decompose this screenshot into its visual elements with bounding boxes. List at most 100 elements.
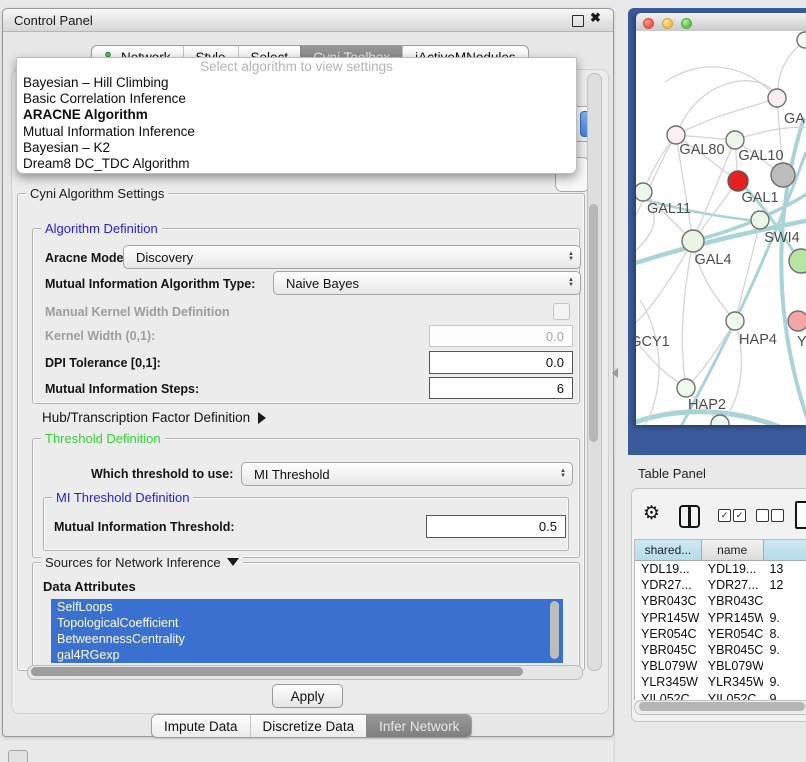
dropdown-item-basic-correlation-inference[interactable]: Basic Correlation Inference xyxy=(17,91,576,107)
cyni-algorithm-settings-group: Cyni Algorithm Settings Algorithm Defini… xyxy=(17,193,585,671)
which-threshold-label: Which threshold to use: xyxy=(91,467,233,481)
mi-steps-field[interactable] xyxy=(429,377,573,399)
table-cell: YBL079W xyxy=(635,658,702,674)
network-node-salmon-cut[interactable] xyxy=(788,311,806,331)
table-row[interactable]: YIL052CYIL052C9. xyxy=(635,691,806,701)
zoom-traffic-light-icon[interactable] xyxy=(681,18,692,29)
minimize-traffic-light-icon[interactable] xyxy=(662,18,673,29)
attribute-item-selfloops[interactable]: SelfLoops xyxy=(51,599,563,615)
network-node-partial-top[interactable] xyxy=(797,32,806,48)
kernel-width-field[interactable] xyxy=(429,325,573,347)
mi-type-label: Mutual Information Algorithm Type: xyxy=(45,277,255,291)
hub-transcription-section[interactable]: Hub/Transcription Factor Definition xyxy=(42,410,266,425)
table-cell: YBR045C xyxy=(635,642,702,658)
column-header-shared...[interactable]: shared... xyxy=(635,540,702,560)
attribute-item-gal4rgexp[interactable]: gal4RGexp xyxy=(51,647,563,663)
network-node-gal4[interactable] xyxy=(682,230,704,252)
sources-legend[interactable]: Sources for Network Inference xyxy=(41,555,243,570)
dropdown-item-dream8-dc-tdc-algorithm[interactable]: Dream8 DC_TDC Algorithm xyxy=(17,156,576,172)
table-cell xyxy=(763,593,806,609)
checked-box-icon[interactable]: ✓ xyxy=(733,509,746,522)
network-canvas-area[interactable]: GALGAL80GAL10GAL1GAL11SWI4GAL4GCY1HAP4YH… xyxy=(636,31,806,425)
unchecked-box-icon[interactable] xyxy=(771,509,784,522)
checked-box-icon[interactable]: ✓ xyxy=(718,509,731,522)
network-node-gray-node[interactable] xyxy=(771,163,795,187)
unchecked-box-icon[interactable] xyxy=(756,509,769,522)
collapse-down-icon[interactable] xyxy=(227,558,239,566)
gear-icon[interactable]: ⚙ xyxy=(643,504,660,523)
attribute-item-topologicalcoefficient[interactable]: TopologicalCoefficient xyxy=(51,615,563,631)
algorithm-definition-legend: Algorithm Definition xyxy=(41,221,162,236)
close-icon[interactable]: ✖ xyxy=(590,10,601,26)
scrollbar-thumb[interactable] xyxy=(31,667,523,676)
panel-resize-arrow-icon[interactable] xyxy=(612,368,618,378)
table-cell: 9. xyxy=(763,674,806,690)
table-row[interactable]: YBR043CYBR043C xyxy=(635,593,806,609)
collapse-right-icon[interactable] xyxy=(258,412,266,424)
column-header-extra[interactable] xyxy=(764,540,806,560)
table-row[interactable]: YPR145WYPR145W9. xyxy=(635,610,806,626)
dropdown-item-aracne-algorithm[interactable]: ARACNE Algorithm xyxy=(17,107,576,123)
control-panel-titlebar[interactable]: Control Panel ✖ xyxy=(3,9,613,32)
minimized-panel-icon[interactable] xyxy=(8,750,28,762)
settings-vertical-scrollbar[interactable] xyxy=(587,73,602,671)
file-icon[interactable] xyxy=(795,501,806,529)
dropdown-item-bayesian-k2[interactable]: Bayesian – K2 xyxy=(17,140,576,156)
dropdown-item-bayesian-hill-climbing[interactable]: Bayesian – Hill Climbing xyxy=(17,75,576,91)
table-cell: 9. xyxy=(763,691,806,701)
dpi-tolerance-field[interactable] xyxy=(429,351,573,374)
table-row[interactable]: YBR045CYBR045C9. xyxy=(635,642,806,658)
mi-threshold-field[interactable] xyxy=(426,515,566,538)
data-attributes-list[interactable]: SelfLoopsTopologicalCoefficientBetweenne… xyxy=(51,599,563,663)
manual-kernel-checkbox[interactable] xyxy=(553,303,570,320)
column-header-name[interactable]: name xyxy=(702,540,764,560)
mi-threshold-legend: MI Threshold Definition xyxy=(52,490,193,505)
table-cell: YLR345W xyxy=(635,674,702,690)
network-node-hap2[interactable] xyxy=(677,379,695,397)
bottom-tab-label: Infer Network xyxy=(379,719,459,734)
table-cell: YDL19... xyxy=(635,561,702,577)
dropdown-items: Bayesian – Hill ClimbingBasic Correlatio… xyxy=(17,75,576,172)
dropdown-item-mutual-information-inference[interactable]: Mutual Information Inference xyxy=(17,124,576,140)
network-node-gal11[interactable] xyxy=(636,183,652,201)
bottom-tab-discretize-data[interactable]: Discretize Data xyxy=(250,715,367,737)
aracne-mode-select[interactable]: Discovery ▲▼ xyxy=(123,245,581,269)
network-node-swi4[interactable] xyxy=(751,211,769,229)
settings-horizontal-scrollbar[interactable] xyxy=(27,665,583,680)
which-threshold-value: MI Threshold xyxy=(254,467,560,482)
sources-legend-label: Sources for Network Inference xyxy=(45,555,221,570)
table-row[interactable]: YER054CYER054C8. xyxy=(635,626,806,642)
table-row[interactable]: YDR27...YDR27...12 xyxy=(635,577,806,593)
bottom-tab-infer-network[interactable]: Infer Network xyxy=(366,715,471,737)
float-window-icon[interactable] xyxy=(572,15,584,27)
list-scrollbar-thumb[interactable] xyxy=(550,601,559,659)
split-columns-icon[interactable] xyxy=(679,505,700,528)
which-threshold-select[interactable]: MI Threshold ▲▼ xyxy=(241,462,573,486)
table-row[interactable]: YDL19...YDL19...13 xyxy=(635,561,806,577)
scrollbar-thumb[interactable] xyxy=(589,204,598,442)
table-horizontal-scrollbar[interactable] xyxy=(634,700,806,715)
apply-button[interactable]: Apply xyxy=(272,684,343,708)
network-node-gal10[interactable] xyxy=(726,131,744,149)
node-table[interactable]: shared...nameYDL19...YDL19...13YDR27...Y… xyxy=(634,539,806,700)
table-row[interactable]: YLR345WYLR345W9. xyxy=(635,674,806,690)
table-row[interactable]: YBL079WYBL079W xyxy=(635,658,806,674)
attribute-item-betweennesscentrality[interactable]: BetweennessCentrality xyxy=(51,631,563,647)
table-cell: YLR345W xyxy=(702,674,764,690)
network-node-gal-cut[interactable] xyxy=(768,89,786,107)
network-node-hap4[interactable] xyxy=(726,312,744,330)
node-label-gal4: GAL4 xyxy=(694,252,731,268)
network-window[interactable]: GALGAL80GAL10GAL1GAL11SWI4GAL4GCY1HAP4YH… xyxy=(636,13,806,425)
close-traffic-light-icon[interactable] xyxy=(643,18,654,29)
network-node-gal1[interactable] xyxy=(728,171,748,191)
network-node-green-big[interactable] xyxy=(789,249,806,273)
node-label-gcy1: GCY1 xyxy=(636,334,670,350)
network-graph: GALGAL80GAL10GAL1GAL11SWI4GAL4GCY1HAP4YH… xyxy=(636,31,806,425)
scrollbar-thumb[interactable] xyxy=(639,702,805,711)
bottom-tab-impute-data[interactable]: Impute Data xyxy=(152,715,250,737)
mi-type-select[interactable]: Naive Bayes ▲▼ xyxy=(273,271,581,295)
network-window-titlebar[interactable] xyxy=(636,13,806,32)
table-cell: YPR145W xyxy=(702,610,764,626)
combo-stepper-icon: ▲▼ xyxy=(568,252,574,262)
network-view-container: GALGAL80GAL10GAL1GAL11SWI4GAL4GCY1HAP4YH… xyxy=(628,8,806,455)
